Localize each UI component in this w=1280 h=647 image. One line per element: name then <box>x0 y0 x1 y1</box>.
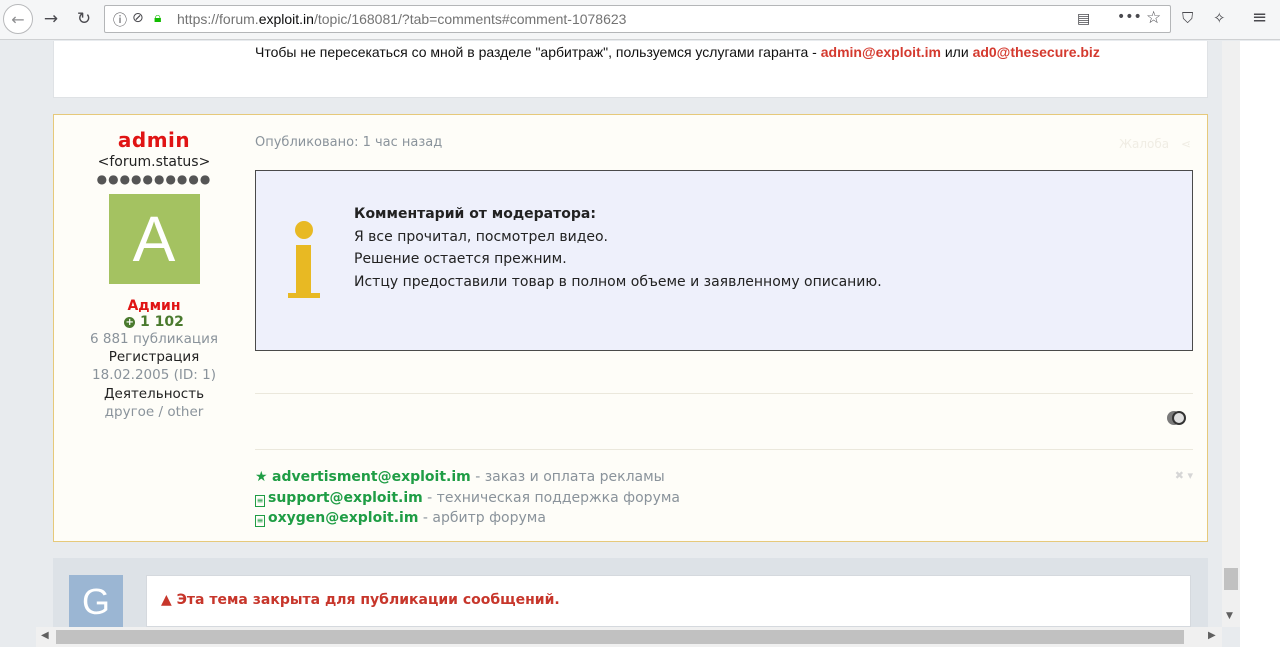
topic-closed-label: Эта тема закрыта для публикации сообщени… <box>176 592 560 608</box>
author-panel: admin <forum.status> ●●●●●●●●●● A Админ … <box>54 115 254 421</box>
previous-post: Чтобы не пересекаться со мной в разделе … <box>53 41 1208 98</box>
activity-label: Деятельность <box>103 386 205 402</box>
url-path: /topic/168081/?tab=comments#comment-1078… <box>313 11 627 27</box>
page-actions-icon[interactable]: ••• <box>1117 9 1142 25</box>
reload-button[interactable]: ↻ <box>69 5 99 33</box>
right-margin <box>1240 41 1280 647</box>
author-post-count: 6 881 публикация <box>90 331 218 347</box>
page-content: Чтобы не пересекаться со мной в разделе … <box>0 41 1222 627</box>
url-prefix: https://forum. <box>177 11 259 27</box>
reader-view-icon[interactable]: ▤ <box>1077 11 1090 27</box>
registration-value: 18.02.2005 (ID: 1) <box>92 367 216 383</box>
signature-desc: - заказ и оплата рекламы <box>470 469 665 485</box>
signature-desc: - техническая поддержка форума <box>422 489 680 506</box>
arrow-right-icon: → <box>43 9 59 29</box>
signature-hide-icon[interactable]: ✖ ▾ <box>1175 469 1193 482</box>
info-icon[interactable]: ⓘ <box>113 10 127 30</box>
reputation-value: 1 102 <box>140 314 184 330</box>
advertisment-email-link[interactable]: advertisment@exploit.im <box>272 469 471 485</box>
signature-line: ≡ oxygen@exploit.im - арбитр форума <box>255 508 680 529</box>
post-date[interactable]: Опубликовано: 1 час назад <box>255 135 442 150</box>
reload-icon: ↻ <box>76 9 92 29</box>
forward-button[interactable]: → <box>36 5 66 33</box>
star-icon: ★ <box>255 469 268 485</box>
author-name-link[interactable]: admin <box>54 128 254 152</box>
moderator-comment-text: Комментарий от модератора: Я все прочита… <box>354 203 882 293</box>
divider <box>255 449 1193 450</box>
author-rank-dots: ●●●●●●●●●● <box>96 172 212 186</box>
moderator-comment-line: Истцу предоставили товар в полном объеме… <box>354 273 882 290</box>
reply-area: G ▲ Эта тема закрыта для публикации сооб… <box>53 558 1208 627</box>
admin-signature: ★ advertisment@exploit.im - заказ и опла… <box>255 467 680 529</box>
report-link[interactable]: Жалоба <box>1119 137 1169 151</box>
moderator-comment-line: Я все прочитал, посмотрел видео. <box>354 228 609 245</box>
document-icon: ≡ <box>255 515 265 527</box>
secure-email-link[interactable]: ad0@thesecure.biz <box>973 44 1100 60</box>
share-icon[interactable]: ⋖ <box>1181 137 1191 151</box>
tracking-protection-icon[interactable]: ⊘ <box>132 10 144 26</box>
signature-text: Чтобы не пересекаться со мной в разделе … <box>255 44 821 60</box>
scroll-left-icon[interactable]: ◀ <box>41 630 49 641</box>
divider <box>255 393 1193 394</box>
moderator-comment-title: Комментарий от модератора: <box>354 206 596 222</box>
bookmark-star-icon[interactable]: ☆ <box>1146 8 1161 28</box>
hamburger-menu-icon[interactable]: ≡ <box>1252 7 1267 28</box>
topic-closed-text: ▲ Эта тема закрыта для публикации сообще… <box>161 592 560 608</box>
activity-value: другое / other <box>104 404 204 420</box>
signature-line: ★ advertisment@exploit.im - заказ и опла… <box>255 467 680 488</box>
plus-circle-icon: + <box>124 317 136 328</box>
document-icon: ≡ <box>255 494 265 507</box>
arrow-left-icon: ← <box>11 9 25 29</box>
shield-icon[interactable]: ⛉ <box>1182 9 1193 27</box>
post-tools: Жалоба ⋖ <box>1119 137 1191 151</box>
scroll-down-icon[interactable]: ▼ <box>1226 611 1233 621</box>
registration-label: Регистрация <box>108 349 200 365</box>
previous-post-signature: Чтобы не пересекаться со мной в разделе … <box>255 44 1100 60</box>
signature-desc: - арбитр форума <box>418 510 546 526</box>
scroll-right-icon[interactable]: ▶ <box>1208 630 1216 641</box>
avatar[interactable]: A <box>108 194 200 284</box>
url-text[interactable]: https://forum.exploit.in/topic/168081/?t… <box>177 11 626 27</box>
topic-closed-notice: ▲ Эта тема закрыта для публикации сообще… <box>146 575 1191 627</box>
moderator-comment-box: Комментарий от модератора: Я все прочита… <box>255 170 1193 351</box>
back-button[interactable]: ← <box>3 4 33 34</box>
author-group: Админ <box>127 298 181 314</box>
info-i-icon <box>286 221 322 301</box>
or-text: или <box>940 44 973 60</box>
magic-wand-icon[interactable]: ✧ <box>1213 9 1226 27</box>
horizontal-scrollbar[interactable]: ◀ ▶ <box>36 627 1222 647</box>
comment-post: admin <forum.status> ●●●●●●●●●● A Админ … <box>53 114 1208 542</box>
guest-avatar: G <box>69 575 123 627</box>
support-email-link[interactable]: support@exploit.im <box>268 490 423 506</box>
author-status: <forum.status> <box>97 154 211 170</box>
url-host: exploit.in <box>258 11 314 27</box>
moderator-comment-line: Решение остается прежним. <box>354 251 567 267</box>
signature-line: ≡ support@exploit.im - техническая поддер… <box>255 488 680 509</box>
vertical-scroll-thumb[interactable] <box>1224 568 1238 590</box>
reputation-badge: + 1 102 <box>54 314 254 330</box>
reaction-icon[interactable] <box>1167 411 1187 425</box>
horizontal-scroll-thumb[interactable] <box>56 630 1184 644</box>
browser-toolbar: ← → ↻ ⓘ ⊘ 🔒︎ https://forum.exploit.in/to… <box>0 0 1280 40</box>
url-bar[interactable]: ⓘ ⊘ 🔒︎ https://forum.exploit.in/topic/16… <box>104 5 1171 33</box>
vertical-scrollbar[interactable]: ▼ <box>1222 41 1240 627</box>
guarantor-email-link[interactable]: admin@exploit.im <box>821 44 941 60</box>
warning-icon: ▲ <box>161 592 172 608</box>
oxygen-email-link[interactable]: oxygen@exploit.im <box>268 510 418 526</box>
lock-icon[interactable]: 🔒︎ <box>154 10 161 26</box>
